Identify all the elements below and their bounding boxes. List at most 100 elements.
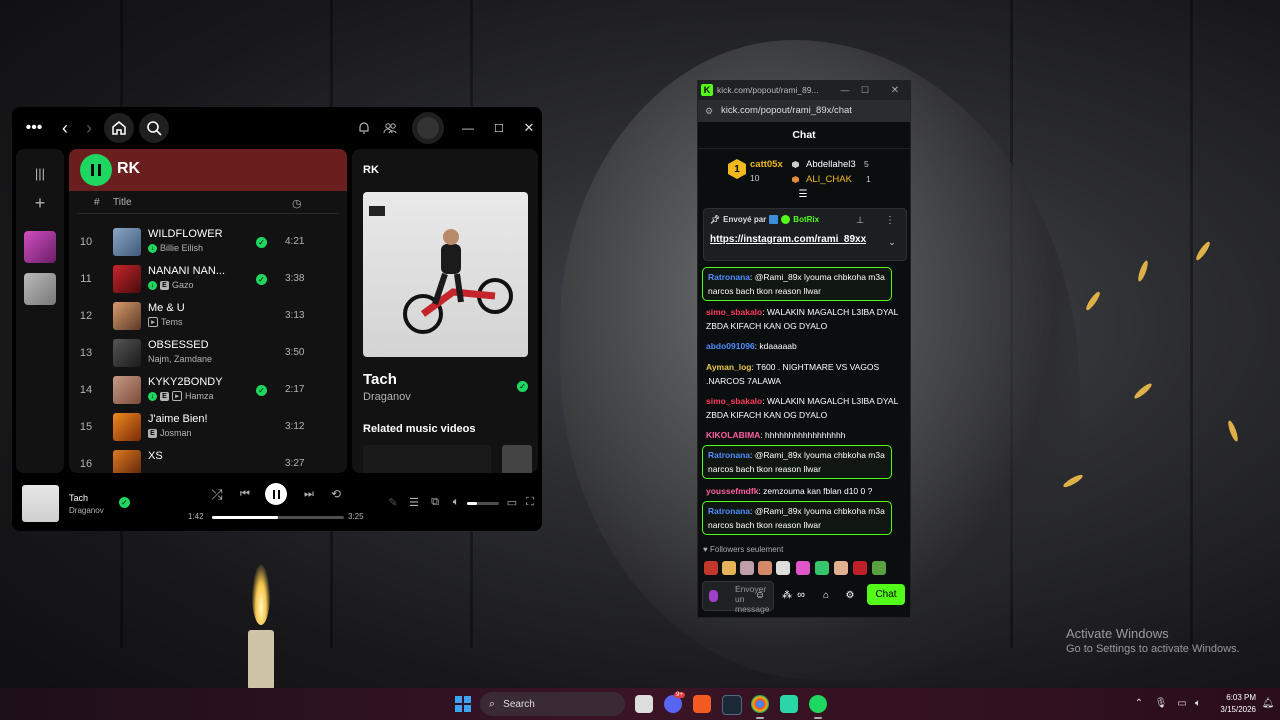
track-artist[interactable]: Tems [161, 317, 183, 327]
maximize-icon[interactable]: ☐ [492, 119, 506, 137]
minimize-icon[interactable]: — [461, 119, 475, 137]
liked-check-icon[interactable]: ✓ [517, 381, 528, 392]
library-item-thumbnail[interactable] [24, 231, 56, 263]
clock-time[interactable]: 6:03 PM [1212, 693, 1256, 702]
fullscreen-icon[interactable]: ⛶ [523, 495, 537, 509]
table-row[interactable]: 15 J'aime Bien! E Josman 3:12 [69, 410, 347, 447]
chat-username[interactable]: Ratronana [708, 450, 750, 460]
more-options-icon[interactable]: ⋮ [884, 214, 896, 226]
track-title[interactable]: OBSESSED [148, 339, 209, 351]
network-icon[interactable]: ▭ [1176, 696, 1188, 710]
chrome-icon[interactable] [751, 695, 769, 713]
emoji-icon[interactable]: ☺ [754, 589, 766, 601]
task-view-icon[interactable] [635, 695, 653, 713]
table-row[interactable]: 14 KYKY2BONDY ↓ E ▸ Hamza ✓ 2:17 [69, 373, 347, 410]
track-title[interactable]: Me & U [148, 302, 185, 314]
gifter-name[interactable]: Abdellahel3 [806, 159, 856, 170]
volume-icon[interactable]: 🔈︎ [449, 495, 463, 509]
column-title-header[interactable]: Title [113, 197, 132, 208]
app-icon[interactable] [780, 695, 798, 713]
notifications-icon[interactable]: 🔔︎ [1262, 696, 1275, 710]
forward-arrow-icon[interactable]: › [82, 118, 96, 138]
close-icon[interactable]: ✕ [522, 119, 536, 137]
track-title[interactable]: XS [148, 450, 163, 462]
site-info-icon[interactable]: ⚙ [703, 104, 715, 118]
chat-message[interactable]: Ratronana: @Rami_89x lyouma chbkoha m3a … [702, 267, 892, 301]
chat-message[interactable]: Ayman_log: T600 . NIGHTMARE VS VAGOS .NA… [706, 360, 898, 388]
chat-message[interactable]: simo_sbakalo: WALAKIN MAGALCH L3IBA DYAL… [706, 394, 898, 422]
brave-icon[interactable] [693, 695, 711, 713]
chat-message[interactable]: Ratronana: @Rami_89x lyouma chbkoha m3a … [702, 445, 892, 479]
table-row[interactable]: 12 Me & U ▸ Tems 3:13 [69, 299, 347, 336]
track-title[interactable]: WILDFLOWER [148, 228, 223, 240]
mic-icon[interactable] [709, 590, 718, 602]
track-artist[interactable]: Gazo [172, 280, 194, 290]
chat-username[interactable]: Ayman_log [706, 362, 752, 372]
pause-playlist-button[interactable] [80, 154, 112, 186]
emote-icon[interactable] [872, 561, 886, 575]
previous-icon[interactable]: ⏮ [238, 487, 252, 501]
emote-icon[interactable] [758, 561, 772, 575]
related-video-thumbnail[interactable] [363, 445, 491, 473]
liked-check-icon[interactable]: ✓ [256, 237, 267, 248]
emote-icon[interactable] [815, 561, 829, 575]
home-button[interactable] [104, 113, 134, 143]
chat-username[interactable]: simo_sbakalo [706, 396, 762, 406]
emote-icon[interactable] [853, 561, 867, 575]
song-title[interactable]: Tach [363, 371, 397, 388]
minimize-icon[interactable]: — [838, 83, 852, 97]
emote-icon[interactable] [834, 561, 848, 575]
related-video-thumbnail[interactable] [502, 445, 532, 473]
next-icon[interactable]: ⏭ [302, 487, 316, 501]
now-playing-artwork[interactable] [22, 485, 59, 522]
volume-slider[interactable] [467, 502, 499, 505]
track-title[interactable]: NANANI NAN... [148, 265, 225, 277]
table-row[interactable]: 11 NANANI NAN... ↓ E Gazo ✓ 3:38 [69, 262, 347, 299]
lyrics-icon[interactable]: ✎ [386, 495, 400, 509]
gifter-name[interactable]: ALI_CHAK [806, 174, 852, 185]
close-icon[interactable]: ✕ [888, 83, 902, 97]
bell-icon[interactable] [356, 120, 372, 136]
liked-check-icon[interactable]: ✓ [256, 385, 267, 396]
address-bar[interactable]: ⚙ kick.com/popout/rami_89x/chat [698, 100, 910, 122]
more-options-icon[interactable]: ••• [24, 119, 44, 137]
taskbar-search-box[interactable]: ⌕ Search [480, 692, 625, 716]
track-title[interactable]: J'aime Bien! [148, 413, 208, 425]
create-plus-icon[interactable]: + [30, 193, 50, 213]
link-icon[interactable]: ∞ [794, 589, 808, 601]
emote-icon[interactable] [704, 561, 718, 575]
miniplayer-icon[interactable]: ▭ [505, 495, 519, 509]
library-item-thumbnail[interactable] [24, 273, 56, 305]
user-avatar[interactable] [412, 112, 444, 144]
queue-icon[interactable]: ☰ [407, 495, 421, 509]
collapse-leaderboard-icon[interactable]: ☰ [796, 189, 810, 200]
track-title[interactable]: KYKY2BONDY [148, 376, 223, 388]
track-artist[interactable]: Najm, Zamdane [148, 354, 212, 364]
top-gifter-name[interactable]: catt05x [750, 159, 783, 170]
chat-username[interactable]: Ratronana [708, 272, 750, 282]
chat-message[interactable]: Ratronana: @Rami_89x lyouma chbkoha m3a … [702, 501, 892, 535]
now-playing-title[interactable]: Tach [69, 493, 88, 503]
table-row[interactable]: 10 WILDFLOWER ↓ Billie Eilish ✓ 4:21 [69, 225, 347, 262]
table-row[interactable]: 16 XS 3:27 [69, 447, 347, 473]
emote-icon[interactable] [740, 561, 754, 575]
pinned-author[interactable]: BotRix [793, 215, 819, 224]
emote-icon[interactable] [722, 561, 736, 575]
store-icon[interactable]: ⌂ [820, 589, 832, 601]
shuffle-icon[interactable]: ⤮ [210, 486, 224, 502]
library-icon[interactable]: ||| [30, 165, 50, 181]
chat-username[interactable]: KIKOLABIMA [706, 430, 760, 440]
steam-icon[interactable] [722, 695, 742, 715]
track-artist[interactable]: Hamza [185, 391, 214, 401]
song-artist[interactable]: Draganov [363, 391, 411, 403]
chat-message[interactable]: simo_sbakalo: WALAKIN MAGALCH L3IBA DYAL… [706, 305, 898, 333]
search-button[interactable] [139, 113, 169, 143]
microphone-icon[interactable]: 🎙︎ [1155, 696, 1168, 710]
maximize-icon[interactable]: ☐ [858, 83, 872, 97]
send-chat-button[interactable]: Chat [867, 584, 905, 605]
liked-check-icon[interactable]: ✓ [256, 274, 267, 285]
chat-message[interactable]: KIKOLABIMA: hhhhhhhhhhhhhhhhh [706, 428, 898, 442]
friends-icon[interactable] [382, 120, 398, 136]
playback-progress-bar[interactable] [212, 516, 344, 519]
pinned-link[interactable]: https://instagram.com/rami_89xx [710, 234, 866, 245]
